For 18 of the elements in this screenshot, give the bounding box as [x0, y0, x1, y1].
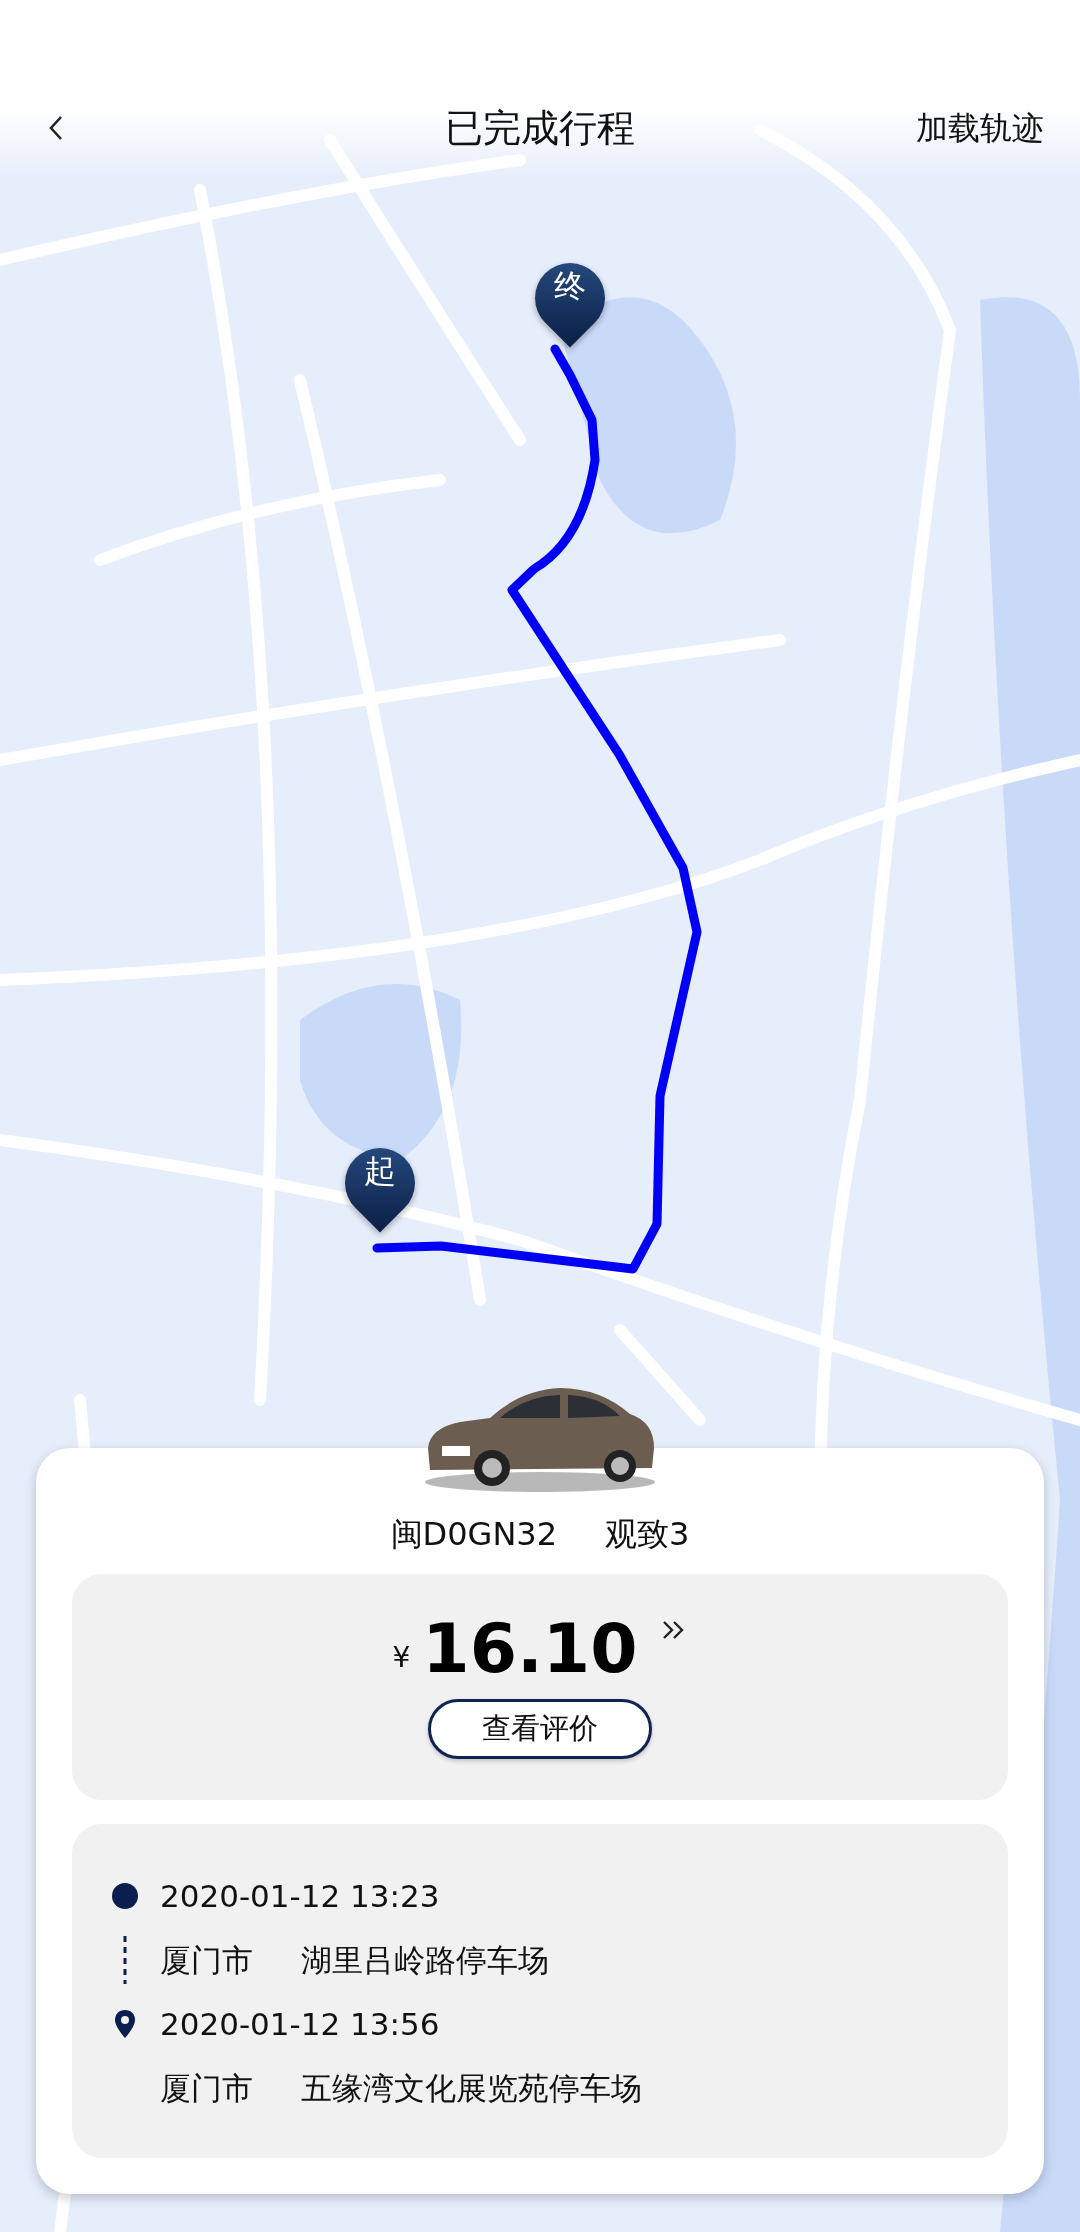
trip-place: 湖里吕岭路停车场	[301, 1940, 549, 1980]
trip-time: 2020-01-12 13:56	[160, 2004, 440, 2044]
trip-city: 厦门市	[160, 1940, 253, 1980]
view-review-button[interactable]: 查看评价	[428, 1699, 652, 1759]
map-pin: 终	[520, 248, 620, 348]
fare-amount: 16.10	[422, 1615, 638, 1683]
dashed-line-icon	[123, 1936, 127, 1984]
map-pin: 起	[330, 1133, 430, 1233]
plate-number: 闽D0GN32	[390, 1514, 558, 1555]
trip-time: 2020-01-12 13:23	[160, 1876, 440, 1916]
trip-place: 五缘湾文化展览苑停车场	[301, 2068, 642, 2108]
location-pin-icon	[114, 2009, 136, 2039]
page-title: 已完成行程	[445, 104, 635, 152]
trip-city: 厦门市	[160, 2068, 253, 2108]
currency-symbol: ¥	[392, 1640, 411, 1676]
car-model: 观致3	[605, 1514, 690, 1555]
load-track-link[interactable]: 加载轨迹	[916, 104, 1044, 152]
start-dot-icon	[112, 1883, 138, 1909]
